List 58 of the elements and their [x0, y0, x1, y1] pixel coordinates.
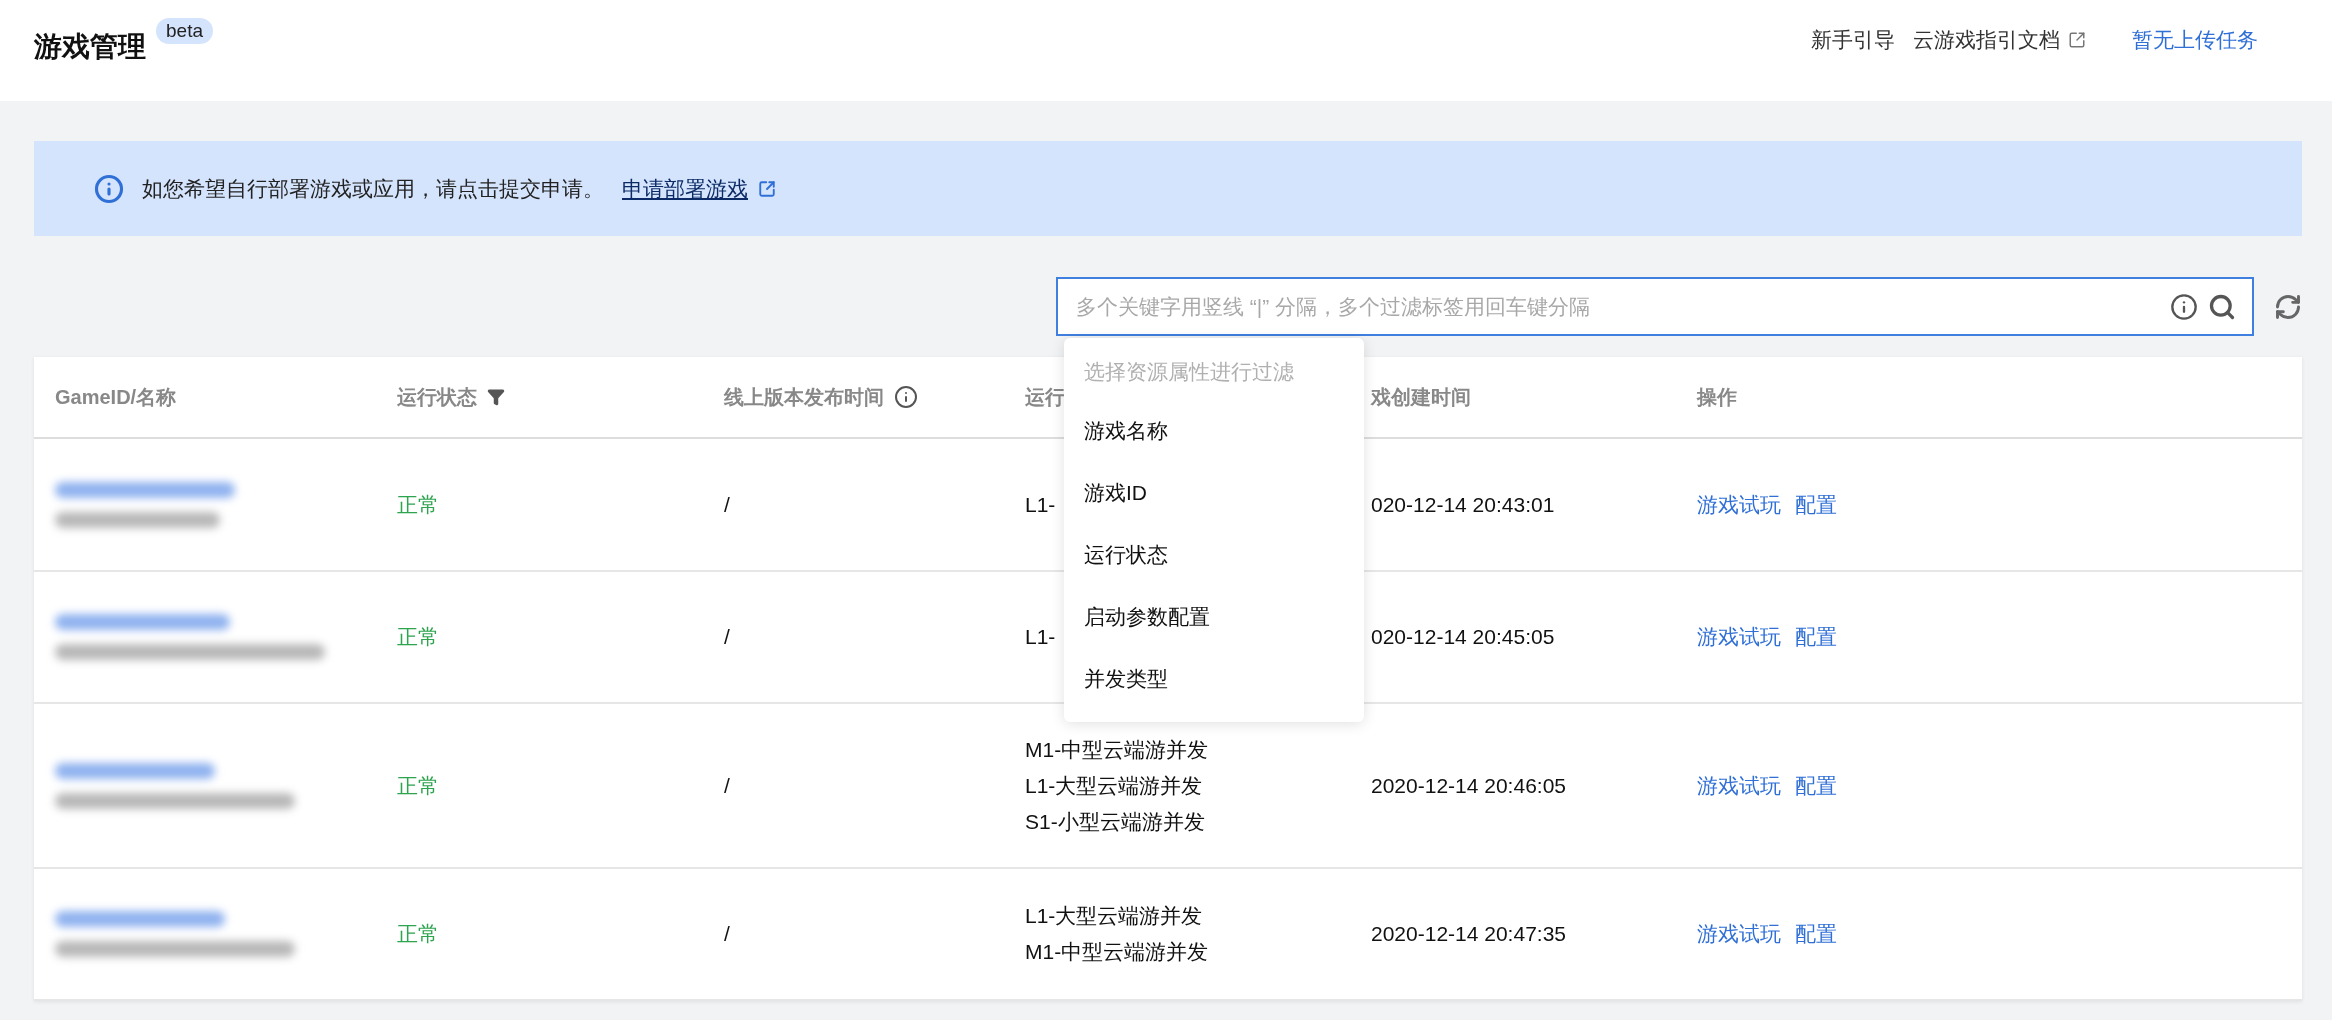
refresh-icon[interactable]	[2274, 292, 2302, 321]
status-text: 正常	[396, 624, 440, 650]
notice-text: 如您希望自行部署游戏或应用，请点击提交申请。	[142, 175, 604, 202]
action-link[interactable]: 配置	[1795, 623, 1837, 651]
search-icon[interactable]	[2208, 292, 2236, 321]
table-cell-text: /	[723, 625, 731, 649]
table-cell-text: 020-12-14 20:43:01	[1370, 492, 1556, 517]
action-link[interactable]: 配置	[1795, 490, 1837, 519]
table-cell-text: 020-12-14 20:45:05	[1370, 625, 1556, 649]
column-header: 戏创建时间	[1369, 384, 1472, 410]
info-icon[interactable]	[894, 385, 918, 409]
concurrency-type: L1-大型云端游并发	[1025, 772, 1203, 799]
table-cell-text: /	[723, 922, 731, 946]
header-link[interactable]: 云游戏指引文档	[1913, 26, 2086, 54]
header-link[interactable]: 暂无上传任务	[2132, 26, 2258, 54]
search-field[interactable]: 多个关键字用竖线 “|” 分隔，多个过滤标签用回车键分隔	[1074, 293, 2160, 320]
column-header: 线上版本发布时间	[724, 384, 884, 410]
table-cell-text: /	[723, 492, 731, 517]
action-link[interactable]: 游戏试玩	[1697, 920, 1781, 948]
filter-icon[interactable]	[487, 388, 505, 406]
beta-badge: beta	[156, 18, 213, 44]
table-cell-text: 2020-12-14 20:46:05	[1370, 773, 1567, 798]
search-bar[interactable]: 多个关键字用竖线 “|” 分隔，多个过滤标签用回车键分隔	[1056, 277, 2254, 336]
concurrency-type: S1-小型云端游并发	[1025, 808, 1205, 835]
menu-item[interactable]: 启动参数配置	[1064, 586, 1364, 648]
status-text: 正常	[396, 772, 440, 799]
page-title: 游戏管理	[34, 30, 146, 64]
link-label: 申请部署游戏	[622, 175, 748, 202]
status-text: 正常	[396, 491, 440, 518]
action-link[interactable]: 游戏试玩	[1697, 623, 1781, 651]
action-link[interactable]: 游戏试玩	[1697, 771, 1781, 800]
apply-link[interactable]: 申请部署游戏	[622, 174, 776, 203]
menu-item[interactable]: 运行状态	[1064, 524, 1364, 586]
concurrency-type: L1-	[1025, 492, 1056, 517]
table-cell-text: 2020-12-14 20:47:35	[1370, 922, 1567, 946]
header-link[interactable]: 新手引导	[1811, 26, 1895, 54]
concurrency-type: L1-	[1025, 625, 1056, 649]
column-header: GameID/名称	[54, 384, 178, 410]
table-cell-text: /	[723, 773, 731, 798]
column-header: 运行	[1024, 384, 1066, 410]
external-link-icon	[758, 179, 776, 198]
column-header: 操作	[1695, 384, 1738, 410]
menu-item[interactable]: 游戏名称	[1064, 400, 1364, 462]
concurrency-type: L1-大型云端游并发	[1025, 903, 1203, 929]
concurrency-type: M1-中型云端游并发	[1025, 736, 1209, 763]
info-icon	[94, 173, 124, 204]
action-link[interactable]: 游戏试玩	[1697, 490, 1781, 519]
action-link[interactable]: 配置	[1795, 920, 1837, 948]
link-label: 云游戏指引文档	[1913, 27, 2060, 53]
column-header: 运行状态	[397, 384, 477, 410]
action-link[interactable]: 配置	[1795, 771, 1837, 800]
concurrency-type: M1-中型云端游并发	[1025, 939, 1209, 965]
menu-item[interactable]: 并发类型	[1064, 648, 1364, 710]
menu-heading: 选择资源属性进行过滤	[1083, 359, 1295, 385]
external-link-icon	[2068, 31, 2086, 49]
status-text: 正常	[396, 921, 440, 947]
menu-item[interactable]: 游戏ID	[1064, 462, 1364, 524]
info-icon[interactable]	[2170, 292, 2198, 321]
